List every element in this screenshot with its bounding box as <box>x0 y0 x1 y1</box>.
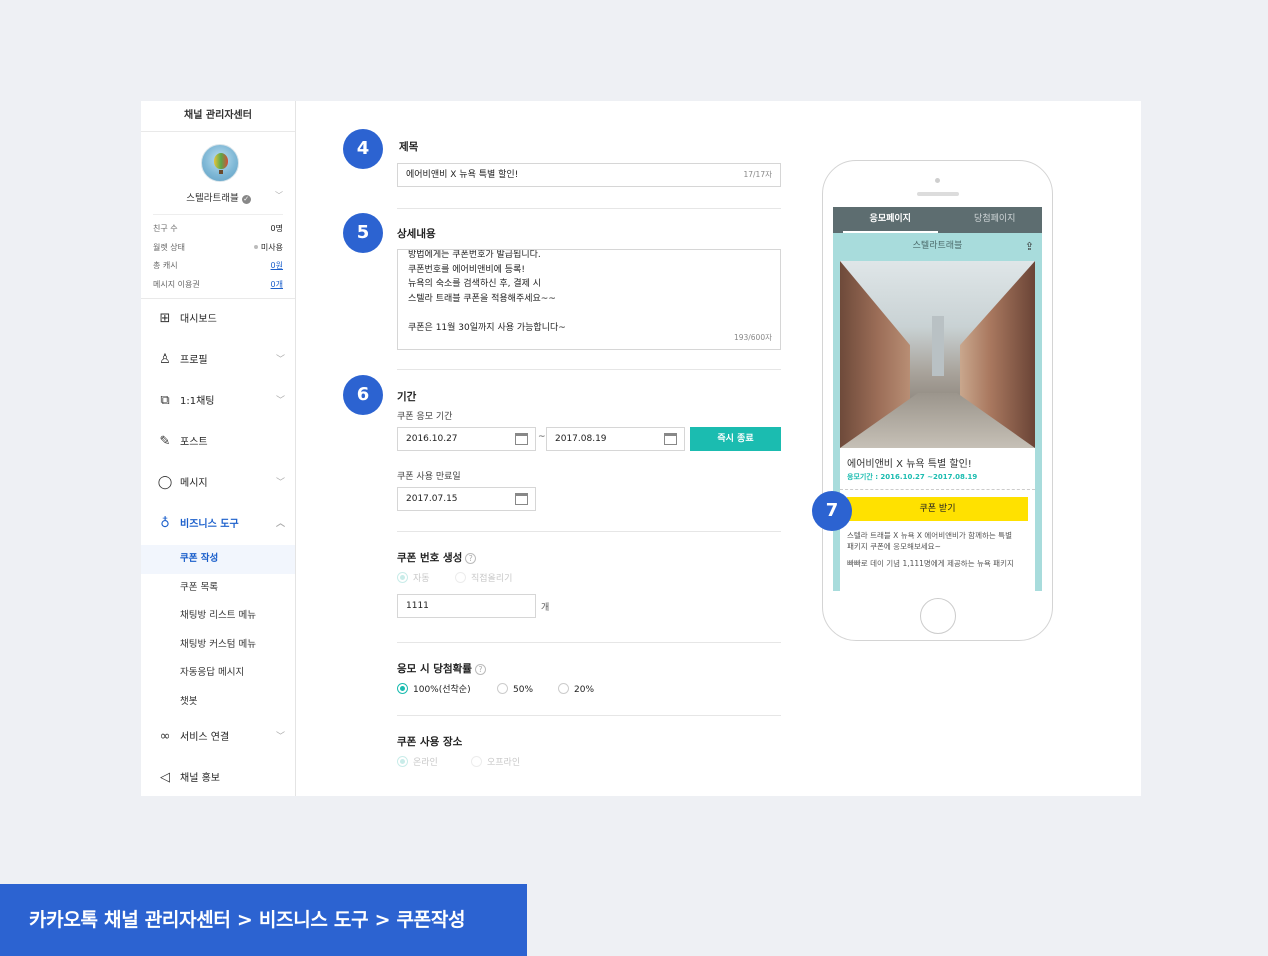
sidebar-subitem-chatbot[interactable]: 챗봇 <box>141 688 295 717</box>
win-rate-100-radio[interactable]: 100%(선착순) <box>397 683 471 696</box>
verified-icon: ✓ <box>241 195 251 204</box>
detail-counter: 193/600자 <box>733 333 772 342</box>
chat-icon: ⧉ <box>160 393 170 408</box>
title-label: 제목 <box>399 141 419 153</box>
voucher-link[interactable]: 0개 <box>271 276 283 295</box>
stat-friends: 친구 수 0명 <box>153 224 283 233</box>
usage-online-radio[interactable]: 온라인 <box>397 756 438 769</box>
speech-bubble-icon: ◯ <box>157 475 173 490</box>
step-badge-4: 4 <box>343 129 383 169</box>
sidebar-item-channel-promo[interactable]: ◁ 채널 홍보 <box>141 758 295 796</box>
preview-header: 스텔라트래블 ⇪ <box>833 233 1042 260</box>
help-icon[interactable]: ? <box>474 664 486 675</box>
coupon-count-input[interactable]: 1111 <box>397 594 536 618</box>
channel-name[interactable]: 스텔라트래블 ✓ <box>141 190 295 204</box>
coupon-number-label: 쿠폰 번호 생성? <box>397 550 477 565</box>
profile-box: 스텔라트래블 ✓ ﹀ <box>141 132 295 214</box>
sidebar-subitem-coupon-create[interactable]: 쿠폰 작성 <box>141 545 295 574</box>
channel-stats: 친구 수 0명 월렛 상태 미사용 총 캐시 0원 메시지 이용권 0개 <box>153 214 283 298</box>
sidebar-item-business-tools[interactable]: ♁ 비즈니스 도구 ︿ <box>141 504 295 545</box>
win-rate-50-radio[interactable]: 50% <box>497 683 533 696</box>
dashboard-icon: ⊞ <box>159 311 171 326</box>
sidebar-item-dashboard[interactable]: ⊞ 대시보드 <box>141 299 295 340</box>
phone-screen: 응모페이지 당첨페이지 스텔라트래블 ⇪ 에어비앤비 X 뉴욕 특별 할인! 응… <box>833 207 1042 591</box>
card-title: 에어비앤비 X 뉴욕 특별 할인! <box>847 459 972 470</box>
sidebar-title: 채널 관리자센터 <box>141 101 295 132</box>
chevron-up-icon: ︿ <box>275 519 285 529</box>
camera-icon <box>935 178 940 183</box>
start-date-input[interactable]: 2016.10.27 <box>397 427 536 451</box>
sidebar-item-profile[interactable]: ♙ 프로필 ﹀ <box>141 340 295 381</box>
sidebar-item-post[interactable]: ✎ 포스트 <box>141 422 295 463</box>
step-badge-7: 7 <box>812 491 852 531</box>
usage-place-label: 쿠폰 사용 장소 <box>397 736 463 748</box>
sidebar-item-chat[interactable]: ⧉ 1:1채팅 ﹀ <box>141 381 295 422</box>
coupon-card: 에어비앤비 X 뉴욕 특별 할인! 응모기간 : 2016.10.27 ~201… <box>840 261 1035 591</box>
edit-icon: ✎ <box>159 434 171 449</box>
sidebar-item-service-link[interactable]: ∞ 서비스 연결 ﹀ <box>141 717 295 758</box>
detail-line-2: 쿠폰번호를 에어비앤비에 등록! <box>408 264 525 275</box>
apply-period-label: 쿠폰 응모 기간 <box>397 412 453 422</box>
sidebar-subitem-auto-reply[interactable]: 자동응답 메시지 <box>141 659 295 688</box>
win-rate-label: 응모 시 당첨확률? <box>397 661 486 676</box>
share-icon[interactable]: ⇪ <box>1025 233 1034 260</box>
sidebar: 채널 관리자센터 스텔라트래블 ✓ ﹀ 친구 수 0명 월렛 상태 미사용 총 … <box>141 101 296 796</box>
sidebar-menu: ⊞ 대시보드 ♙ 프로필 ﹀ ⧉ 1:1채팅 ﹀ ✎ 포스트 ◯ 메시지 ﹀ ♁… <box>141 298 295 796</box>
end-now-button[interactable]: 즉시 종료 <box>690 427 781 451</box>
chevron-down-icon: ﹀ <box>275 478 285 488</box>
chevron-down-icon: ﹀ <box>275 731 285 742</box>
lightbulb-icon: ♁ <box>160 516 170 531</box>
sidebar-subitem-chatroom-custom-menu[interactable]: 채팅방 커스텀 메뉴 <box>141 631 295 660</box>
step-badge-5: 5 <box>343 213 383 253</box>
stat-message-voucher: 메시지 이용권 0개 <box>153 276 283 295</box>
preview-tabs: 응모페이지 당첨페이지 <box>833 207 1042 233</box>
chevron-down-icon[interactable]: ﹀ <box>275 190 283 201</box>
card-period: 응모기간 : 2016.10.27 ~2017.08.19 <box>847 473 978 481</box>
step-badge-6: 6 <box>343 375 383 415</box>
avatar[interactable] <box>201 144 239 182</box>
end-date-input[interactable]: 2017.08.19 <box>546 427 685 451</box>
expiry-date-input[interactable]: 2017.07.15 <box>397 487 536 511</box>
stat-wallet: 월렛 상태 미사용 <box>153 242 283 252</box>
expiry-label: 쿠폰 사용 만료일 <box>397 472 461 482</box>
sidebar-subitem-coupon-list[interactable]: 쿠폰 목록 <box>141 574 295 603</box>
main-panel: 채널 관리자센터 스텔라트래블 ✓ ﹀ 친구 수 0명 월렛 상태 미사용 총 … <box>141 101 1141 796</box>
balloon-icon <box>214 153 228 169</box>
cash-link[interactable]: 0원 <box>271 257 283 276</box>
stat-cash: 총 캐시 0원 <box>153 257 283 276</box>
help-icon[interactable]: ? <box>465 553 477 564</box>
megaphone-icon: ◁ <box>160 769 170 785</box>
caption-banner: 카카오톡 채널 관리자센터 > 비즈니스 도구 > 쿠폰작성 <box>0 884 527 956</box>
receive-coupon-button[interactable]: 쿠폰 받기 <box>847 497 1028 521</box>
period-label: 기간 <box>397 391 417 403</box>
usage-offline-radio[interactable]: 오프라인 <box>471 756 520 769</box>
coupon-number-upload-radio[interactable]: 직접올리기 <box>455 572 512 585</box>
win-rate-20-radio[interactable]: 20% <box>558 683 594 696</box>
tab-apply-page[interactable]: 응모페이지 <box>843 207 938 233</box>
title-input[interactable]: 에어비앤비 X 뉴욕 특별 할인! 17/17자 <box>397 163 781 187</box>
sidebar-item-message[interactable]: ◯ 메시지 ﹀ <box>141 463 295 504</box>
sidebar-subitem-chatroom-list-menu[interactable]: 채팅방 리스트 메뉴 <box>141 602 295 631</box>
calendar-icon[interactable] <box>515 493 528 505</box>
coupon-number-auto-radio[interactable]: 자동 <box>397 572 430 585</box>
status-dot-icon <box>253 244 258 249</box>
chevron-down-icon: ﹀ <box>275 396 285 406</box>
tab-winner-page[interactable]: 당첨페이지 <box>948 207 1043 233</box>
home-button <box>920 598 956 634</box>
chevron-down-icon: ﹀ <box>275 355 285 365</box>
city-street-photo <box>840 261 1035 448</box>
detail-textarea[interactable]: 방법에게는 쿠폰번호가 발급됩니다. 쿠폰번호를 에어비앤비에 등록! 뉴욕의 … <box>397 249 781 350</box>
calendar-icon[interactable] <box>515 433 528 445</box>
link-icon: ∞ <box>159 728 171 744</box>
card-description: 스텔라 트래블 X 뉴욕 X 에어비앤비가 함께하는 특별 패키지 쿠폰에 응모… <box>847 531 1014 568</box>
title-counter: 17/17자 <box>743 170 772 179</box>
calendar-icon[interactable] <box>664 433 677 445</box>
person-icon: ♙ <box>159 352 171 367</box>
phone-preview: 응모페이지 당첨페이지 스텔라트래블 ⇪ 에어비앤비 X 뉴욕 특별 할인! 응… <box>822 160 1053 641</box>
speaker-icon <box>917 192 959 196</box>
detail-label: 상세내용 <box>397 228 436 240</box>
